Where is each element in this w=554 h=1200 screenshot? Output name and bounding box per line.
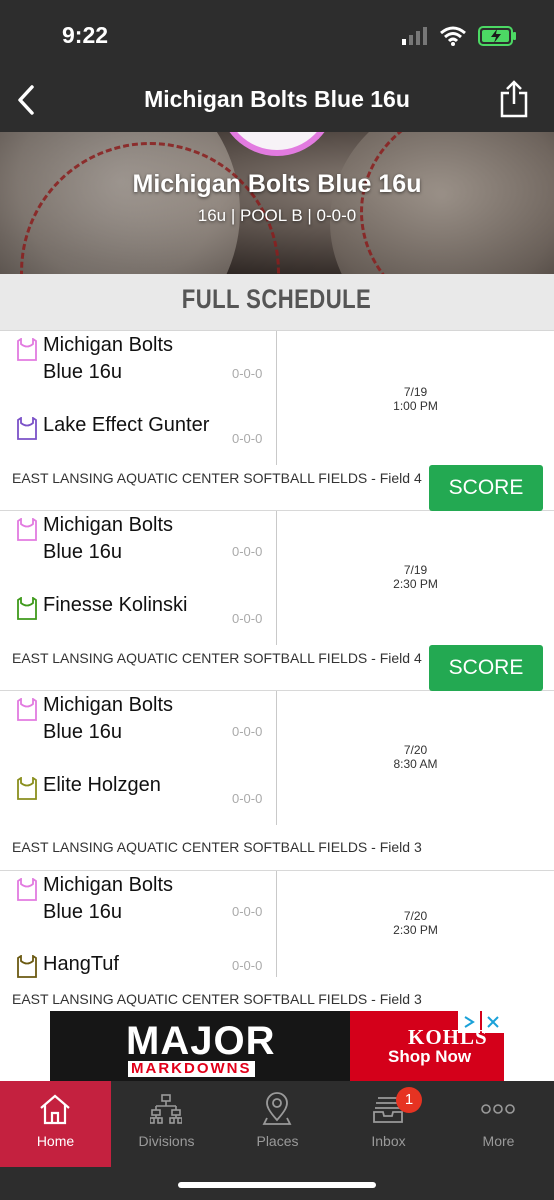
game-datetime: 7/19 1:00 PM bbox=[277, 385, 554, 413]
team-record: 0-0-0 bbox=[232, 431, 263, 446]
team-name: Michigan Bolts Blue 16u bbox=[43, 334, 174, 383]
team-name: Michigan Bolts Blue 16u bbox=[43, 874, 174, 923]
game-datetime: 7/20 8:30 AM bbox=[277, 743, 554, 771]
team-record: 0-0-0 bbox=[232, 958, 263, 973]
team-name: Elite Holzgen bbox=[43, 774, 161, 796]
cellular-signal-icon bbox=[402, 27, 427, 45]
ad-banner[interactable]: MAJOR MARKDOWNS KOHLS Shop Now bbox=[50, 1011, 504, 1081]
team-hero-banner: Michigan Bolts Blue 16u 16u | POOL B | 0… bbox=[0, 132, 554, 274]
score-button[interactable]: SCORE bbox=[429, 465, 543, 511]
tab-label: Home bbox=[36, 1133, 75, 1149]
team-name: Michigan Bolts Blue 16u bbox=[43, 514, 174, 563]
hero-team-subtitle: 16u | POOL B | 0-0-0 bbox=[197, 206, 357, 225]
jersey-icon bbox=[17, 338, 37, 361]
game-date: 7/20 bbox=[403, 909, 428, 923]
ad-subline: MARKDOWNS bbox=[128, 1061, 255, 1077]
jersey-icon bbox=[17, 597, 37, 620]
team-logo bbox=[218, 132, 336, 156]
wifi-icon bbox=[440, 26, 466, 46]
ball-stitching bbox=[360, 132, 554, 274]
game-card[interactable]: Michigan Bolts Blue 16u 0-0-0 HangTuf 0-… bbox=[0, 871, 554, 1011]
ad-close-icon[interactable] bbox=[482, 1011, 504, 1033]
team-name: HangTuf bbox=[43, 953, 119, 975]
more-dots-icon bbox=[480, 1091, 516, 1127]
tab-label: Inbox bbox=[371, 1133, 406, 1149]
battery-charging-icon bbox=[478, 26, 516, 46]
game-datetime: 7/20 2:30 PM bbox=[277, 909, 554, 937]
jersey-icon bbox=[17, 417, 37, 440]
status-time: 9:22 bbox=[62, 22, 109, 48]
status-bar: 9:22 bbox=[0, 0, 554, 72]
game-time: 2:30 PM bbox=[393, 923, 438, 937]
share-button[interactable] bbox=[496, 78, 532, 120]
home-indicator bbox=[178, 1182, 376, 1188]
bracket-icon bbox=[148, 1091, 184, 1127]
game-date: 7/19 bbox=[403, 563, 428, 577]
game-venue: EAST LANSING AQUATIC CENTER SOFTBALL FIE… bbox=[12, 991, 422, 1007]
jersey-icon bbox=[17, 777, 37, 800]
home-icon bbox=[37, 1091, 73, 1127]
tab-more[interactable]: More bbox=[443, 1081, 554, 1167]
game-time: 1:00 PM bbox=[393, 399, 438, 413]
navigation-bar: Michigan Bolts Blue 16u bbox=[0, 72, 554, 132]
tab-places[interactable]: Places bbox=[222, 1081, 333, 1167]
hero-team-name: Michigan Bolts Blue 16u bbox=[132, 170, 422, 198]
schedule-header: FULL SCHEDULE bbox=[0, 274, 554, 331]
schedule-header-label: FULL SCHEDULE bbox=[182, 284, 372, 314]
ad-cta[interactable]: Shop Now bbox=[388, 1047, 471, 1067]
team-record: 0-0-0 bbox=[232, 544, 263, 559]
game-time: 8:30 AM bbox=[393, 757, 438, 771]
game-venue: EAST LANSING AQUATIC CENTER SOFTBALL FIE… bbox=[12, 839, 422, 855]
game-datetime: 7/19 2:30 PM bbox=[277, 563, 554, 591]
tab-label: Places bbox=[256, 1133, 299, 1149]
location-pin-icon bbox=[259, 1091, 295, 1127]
inbox-badge: 1 bbox=[396, 1087, 422, 1113]
team-name: Lake Effect Gunter bbox=[43, 414, 210, 436]
tab-label: More bbox=[482, 1133, 515, 1149]
game-date: 7/19 bbox=[403, 385, 428, 399]
ad-info-icon[interactable] bbox=[458, 1011, 480, 1033]
tab-divisions[interactable]: Divisions bbox=[111, 1081, 222, 1167]
team-record: 0-0-0 bbox=[232, 904, 263, 919]
team-record: 0-0-0 bbox=[232, 791, 263, 806]
score-button[interactable]: SCORE bbox=[429, 645, 543, 691]
jersey-icon bbox=[17, 518, 37, 541]
game-card[interactable]: Michigan Bolts Blue 16u 0-0-0 Lake Effec… bbox=[0, 331, 554, 511]
game-card[interactable]: Michigan Bolts Blue 16u 0-0-0 Elite Holz… bbox=[0, 691, 554, 871]
team-record: 0-0-0 bbox=[232, 724, 263, 739]
status-icons bbox=[402, 26, 518, 46]
jersey-icon bbox=[17, 878, 37, 901]
game-card[interactable]: Michigan Bolts Blue 16u 0-0-0 Finesse Ko… bbox=[0, 511, 554, 691]
jersey-icon bbox=[17, 698, 37, 721]
game-date: 7/20 bbox=[403, 743, 428, 757]
nav-title: Michigan Bolts Blue 16u bbox=[144, 86, 410, 112]
team-name: Michigan Bolts Blue 16u bbox=[43, 694, 174, 743]
game-venue: EAST LANSING AQUATIC CENTER SOFTBALL FIE… bbox=[12, 650, 422, 666]
game-time: 2:30 PM bbox=[393, 577, 438, 591]
ad-headline: MAJOR bbox=[126, 1019, 276, 1063]
tab-home[interactable]: Home bbox=[0, 1081, 111, 1167]
game-venue: EAST LANSING AQUATIC CENTER SOFTBALL FIE… bbox=[12, 470, 422, 486]
team-record: 0-0-0 bbox=[232, 611, 263, 626]
team-record: 0-0-0 bbox=[232, 366, 263, 381]
team-name: Finesse Kolinski bbox=[43, 594, 188, 616]
tab-inbox[interactable]: Inbox bbox=[333, 1081, 444, 1167]
tab-label: Divisions bbox=[138, 1133, 195, 1149]
jersey-icon bbox=[17, 955, 37, 978]
share-icon bbox=[500, 80, 528, 118]
